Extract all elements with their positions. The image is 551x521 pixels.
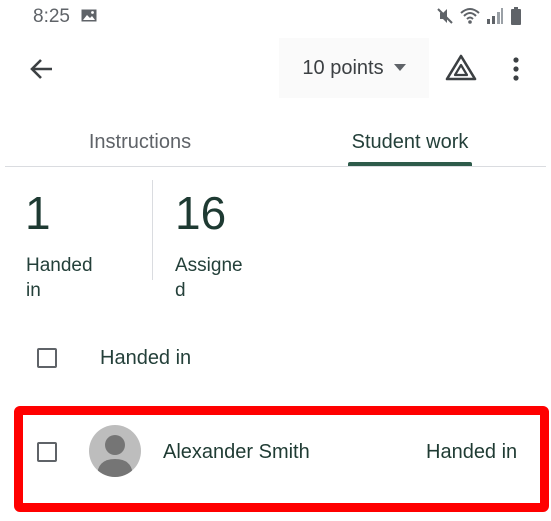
student-checkbox[interactable] <box>37 442 57 462</box>
assigned-count: 16 <box>175 187 227 239</box>
stats-divider <box>152 180 153 280</box>
tab-divider <box>5 166 546 167</box>
dropdown-caret-icon <box>393 64 406 71</box>
group-select-checkbox[interactable] <box>37 348 57 368</box>
signal-icon <box>487 8 503 24</box>
handed-in-count: 1 <box>25 187 51 239</box>
avatar <box>89 425 141 477</box>
handed-in-label: Handed in <box>26 253 93 303</box>
assigned-label: Assigne d <box>175 253 243 303</box>
person-icon <box>97 435 133 477</box>
group-label: Handed in <box>100 347 192 369</box>
handed-in-label-line2: in <box>26 280 41 301</box>
handed-in-label-line1: Handed <box>26 255 93 276</box>
mute-icon <box>437 8 453 24</box>
student-name: Alexander Smith <box>163 441 310 463</box>
student-status: Handed in <box>426 441 518 463</box>
tab-student-work[interactable]: Student work <box>310 118 510 166</box>
more-vert-icon[interactable] <box>504 55 528 83</box>
image-icon <box>81 9 97 22</box>
assigned-label-line2: d <box>175 280 186 301</box>
status-icons <box>436 7 522 25</box>
wifi-icon <box>460 8 480 24</box>
assigned-label-line1: Assigne <box>175 255 243 276</box>
tab-instructions[interactable]: Instructions <box>40 118 240 166</box>
points-label: 10 points <box>302 56 384 79</box>
back-arrow-icon[interactable] <box>28 55 56 83</box>
battery-icon <box>511 7 521 25</box>
status-time: 8:25 <box>33 6 70 27</box>
drive-icon[interactable] <box>445 53 477 83</box>
points-dropdown[interactable]: 10 points <box>279 38 429 98</box>
